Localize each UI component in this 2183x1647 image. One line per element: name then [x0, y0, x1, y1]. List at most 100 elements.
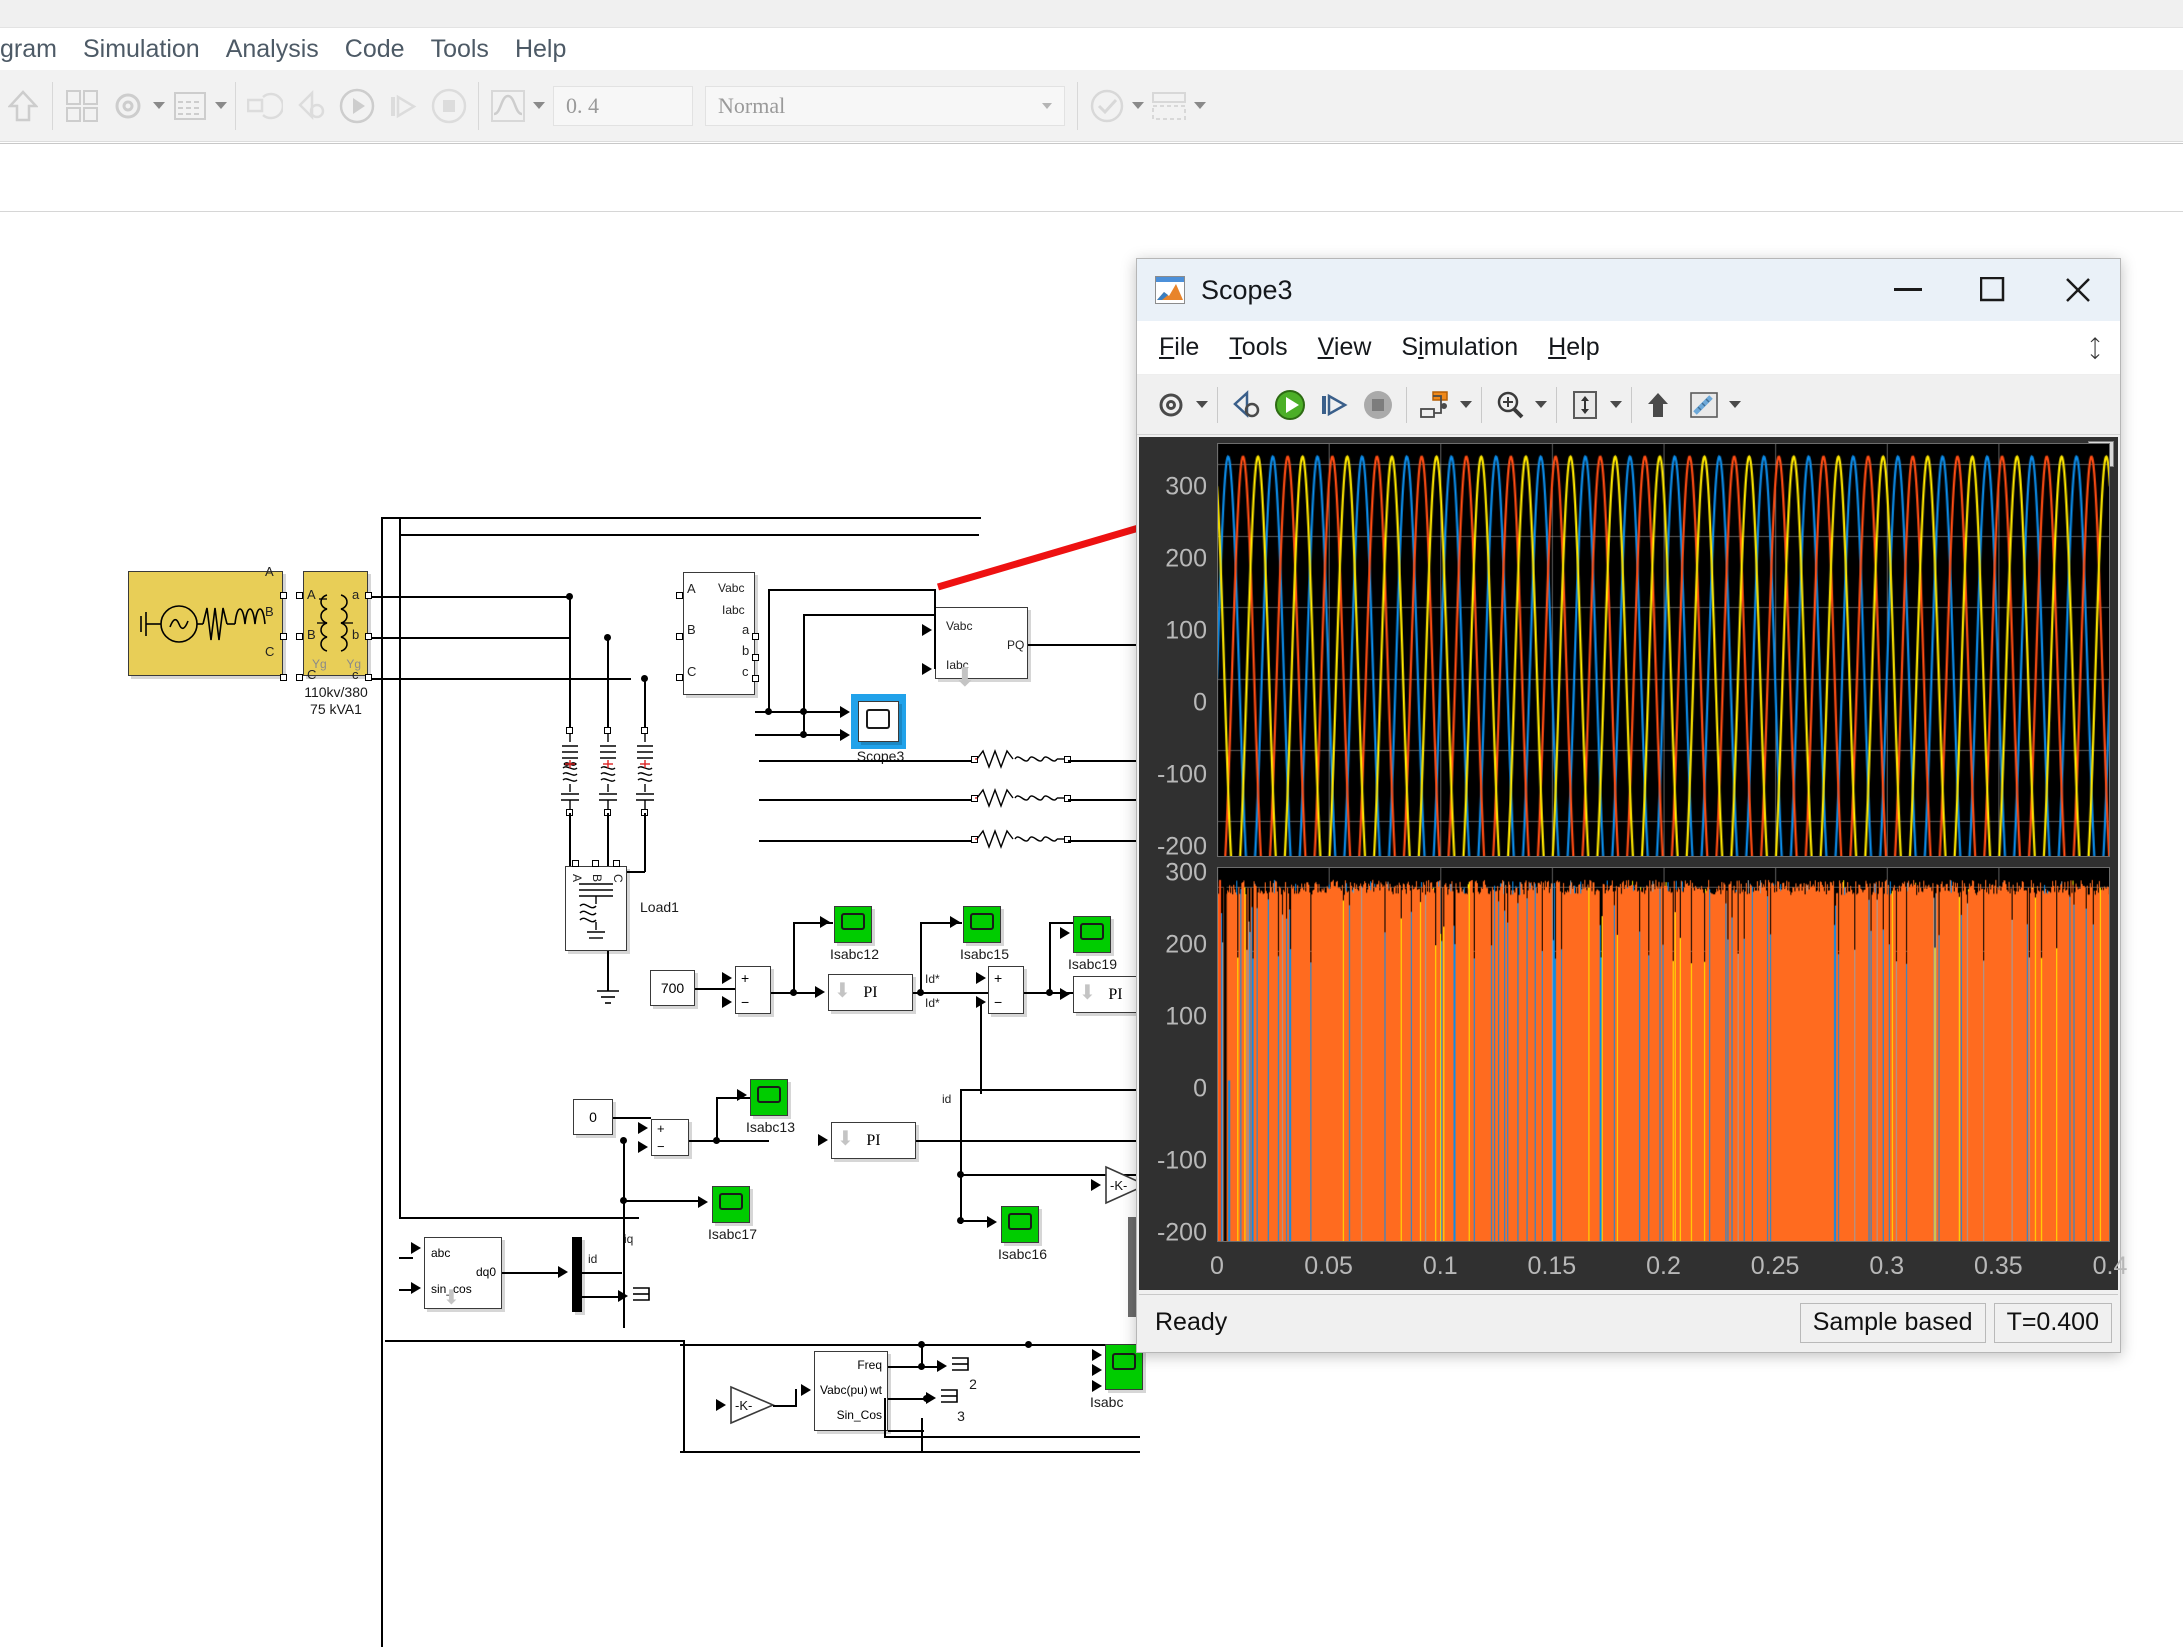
isabc13-scope-block[interactable] — [750, 1079, 788, 1116]
sum-block-vdc[interactable]: + − — [735, 966, 771, 1014]
svg-text:-K-: -K- — [735, 1398, 752, 1413]
menu-help[interactable]: Help — [502, 28, 579, 70]
up-arrow-icon[interactable] — [0, 83, 46, 129]
mux-block-right[interactable] — [1128, 1217, 1136, 1317]
perspectives-caret-icon[interactable] — [1192, 83, 1208, 129]
menu-diagram[interactable]: gram — [0, 28, 70, 70]
x-tick-2: 0.1 — [1422, 1252, 1458, 1280]
three-phase-source-block[interactable] — [128, 571, 283, 676]
run-icon[interactable] — [334, 83, 380, 129]
stop-time-input[interactable]: 0. 4 — [553, 85, 693, 126]
scope-menu-file[interactable]: File — [1159, 333, 1199, 362]
scope-menu-simulation[interactable]: Simulation — [1401, 333, 1518, 362]
constant-700-block[interactable]: 700 — [650, 970, 695, 1006]
bottom-plot-traces — [1217, 867, 2110, 1242]
scope3-axes-bottom[interactable]: 300 200 100 0 -100 -200 — [1139, 859, 2110, 1247]
terminator-icon-3[interactable] — [939, 1388, 961, 1406]
scope3-axes-top[interactable]: 300 200 100 0 -100 -200 — [1139, 443, 2110, 861]
simulation-data-inspector-icon[interactable] — [485, 83, 531, 129]
model-settings-caret-icon[interactable] — [151, 83, 167, 129]
maximize-icon[interactable] — [1950, 259, 2035, 321]
perspectives-icon[interactable] — [1146, 83, 1192, 129]
run-icon[interactable] — [1268, 383, 1312, 427]
autoscale-caret-icon[interactable] — [1607, 383, 1625, 427]
model-data-editor-icon[interactable] — [167, 83, 213, 129]
junction-iq-top — [620, 1137, 627, 1144]
measurements-caret-icon[interactable] — [1726, 383, 1744, 427]
model-settings-gear-icon[interactable] — [105, 83, 151, 129]
minimize-icon[interactable] — [1865, 259, 1950, 321]
library-browser-icon[interactable] — [59, 83, 105, 129]
wire-sincos-feed — [399, 1289, 413, 1291]
zoom-in-icon[interactable] — [1488, 383, 1532, 427]
fast-restart-icon[interactable] — [1224, 383, 1268, 427]
zoom-dropdown-caret-icon[interactable] — [1532, 383, 1550, 427]
top-plot-canvas[interactable] — [1217, 443, 2110, 857]
isabc15-screen-icon — [970, 913, 994, 930]
cursor-measurements-icon[interactable] — [1682, 383, 1726, 427]
scope3-window[interactable]: Scope3 File Tools View Simulation Help ⤡ — [1136, 258, 2127, 1353]
menu-analysis[interactable]: Analysis — [213, 28, 332, 70]
bot-ytick-200: 200 — [1165, 930, 1207, 959]
gain-block-pll[interactable]: -K- — [729, 1385, 777, 1425]
meas-terminal-c — [676, 674, 683, 681]
isabc13-label: Isabc13 — [745, 1119, 796, 1135]
step-forward-icon[interactable] — [1312, 383, 1356, 427]
scope-toolbar-divider-2 — [1406, 386, 1407, 423]
wire-left-bus-inner — [399, 517, 401, 1217]
pi-controller-vdc[interactable]: PI ⬇ — [828, 974, 913, 1011]
sum-block-iq[interactable]: + − — [651, 1119, 689, 1156]
isabc16-label: Isabc16 — [997, 1246, 1048, 1262]
signal-selector-icon[interactable] — [1413, 383, 1457, 427]
menu-tools[interactable]: Tools — [418, 28, 502, 70]
demux-block[interactable] — [572, 1237, 582, 1312]
wire-feedback-vert — [683, 1340, 685, 1452]
isabc12-scope-block[interactable] — [834, 906, 872, 943]
isabc15-scope-block[interactable] — [963, 906, 1001, 943]
configuration-dropdown-caret-icon[interactable] — [1193, 383, 1211, 427]
simulation-mode-select[interactable]: Normal — [705, 85, 1065, 126]
menu-simulation[interactable]: Simulation — [70, 28, 213, 70]
terminator-icon-2[interactable] — [950, 1356, 972, 1374]
terminator-icon-1[interactable] — [631, 1286, 653, 1304]
isabc13-in-arrow — [737, 1089, 747, 1101]
isabc16-scope-block[interactable] — [1001, 1206, 1039, 1243]
step-forward-icon[interactable] — [380, 83, 426, 129]
isabc19-scope-block[interactable] — [1073, 916, 1111, 953]
undock-icon[interactable]: ⤡ — [2080, 333, 2110, 364]
isabc-bottom-screen-icon — [1112, 1353, 1136, 1370]
sum-plus-1: + — [741, 970, 750, 986]
signal-selector-caret-icon[interactable] — [1457, 383, 1475, 427]
model-data-caret-icon[interactable] — [213, 83, 229, 129]
sdi-caret-icon[interactable] — [531, 83, 547, 129]
autoscale-icon[interactable] — [1563, 383, 1607, 427]
bottom-plot-canvas[interactable] — [1217, 867, 2110, 1242]
configuration-properties-gear-icon[interactable] — [1149, 383, 1193, 427]
scope-menu-help[interactable]: Help — [1548, 333, 1599, 362]
scope-menu-view[interactable]: View — [1318, 333, 1372, 362]
stop-icon[interactable] — [1356, 383, 1400, 427]
model-advisor-caret-icon[interactable] — [1130, 83, 1146, 129]
signal-label-iq-demux: iq — [624, 1232, 634, 1246]
scope-menu-tools[interactable]: Tools — [1229, 333, 1287, 362]
isabc17-scope-block[interactable] — [712, 1186, 750, 1223]
sum-block-id[interactable]: + − — [988, 966, 1024, 1014]
update-model-icon[interactable] — [242, 83, 288, 129]
menu-code[interactable]: Code — [332, 28, 418, 70]
sum3-in-arrow-1 — [638, 1122, 648, 1134]
scope3-plot-area[interactable]: 300 200 100 0 -100 -200 300 200 100 0 -1… — [1139, 437, 2127, 1290]
constant-0-block[interactable]: 0 — [573, 1099, 613, 1135]
scale-axes-limits-icon[interactable] — [1638, 383, 1682, 427]
fast-restart-icon[interactable] — [288, 83, 334, 129]
wire-line-c-out — [1068, 840, 1140, 842]
wire-isabc19-in — [1049, 922, 1074, 924]
model-advisor-icon[interactable] — [1084, 83, 1130, 129]
wire-b-bus — [371, 637, 571, 639]
stop-icon[interactable] — [426, 83, 472, 129]
pi-controller-iq[interactable]: PI ⬇ — [831, 1122, 916, 1159]
abc-to-dq0-block[interactable]: abc sin_cos dq0 ⬇ — [424, 1237, 502, 1309]
scope3-block[interactable] — [858, 701, 899, 742]
meas-terminal-b — [676, 633, 683, 640]
pll-block[interactable]: Freq Vabc(pu) wt Sin_Cos — [814, 1351, 888, 1431]
close-icon[interactable] — [2035, 259, 2120, 321]
